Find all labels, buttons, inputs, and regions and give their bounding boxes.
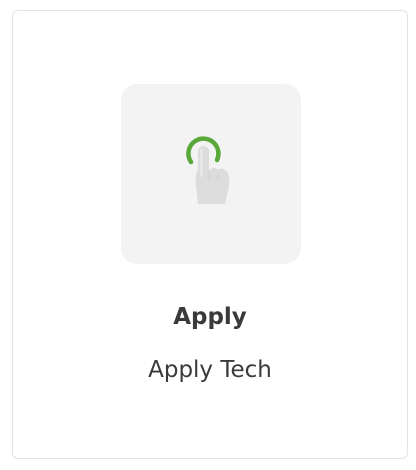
app-vendor: Apply Tech: [148, 357, 272, 383]
tap-hand-icon: [186, 136, 230, 204]
app-logo: [121, 84, 301, 264]
app-card[interactable]: Apply Apply Tech: [12, 10, 408, 459]
app-title: Apply: [173, 304, 247, 330]
